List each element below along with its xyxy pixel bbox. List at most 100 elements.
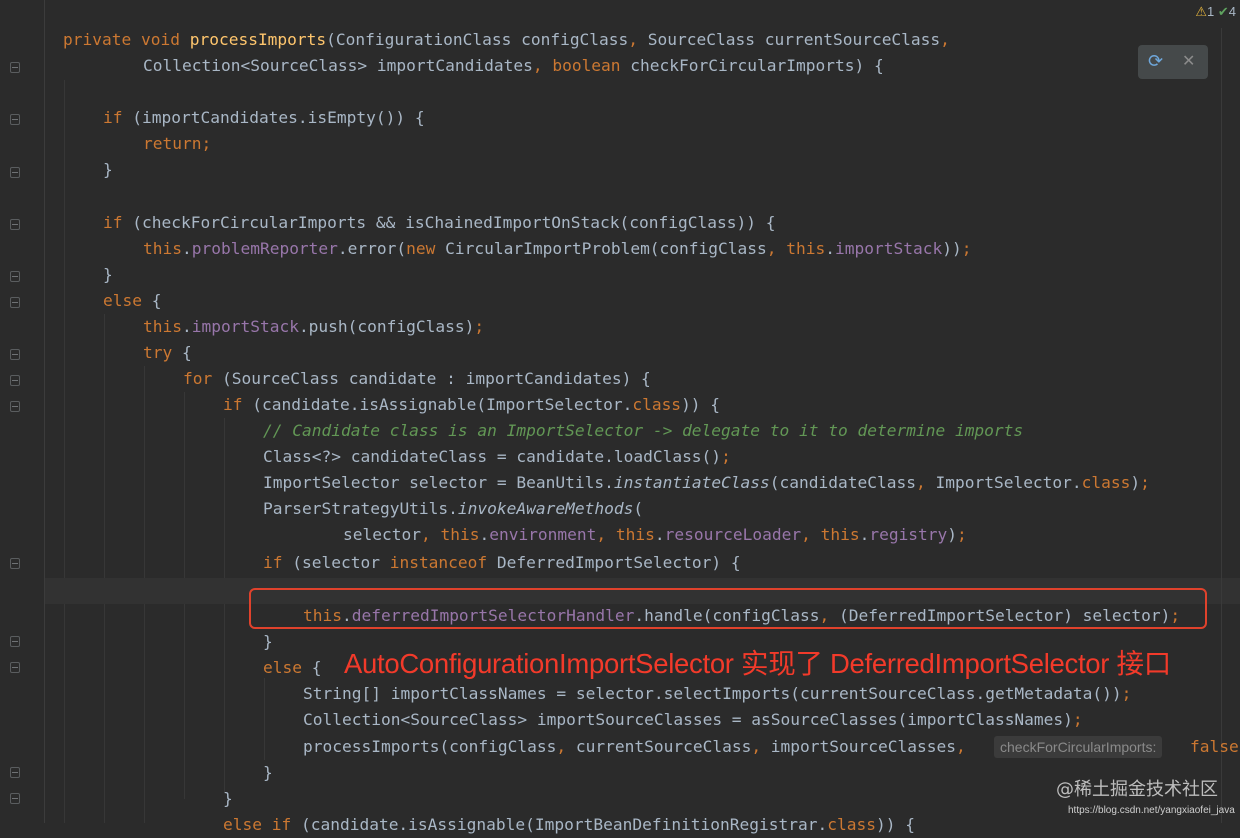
parameter-value: false [1190, 737, 1239, 756]
indent-guide [224, 418, 225, 793]
code-line[interactable]: ParserStrategyUtils.invokeAwareMethods( [263, 496, 643, 522]
code-line[interactable]: selector, this.environment, this.resourc… [343, 522, 967, 548]
keyword: this [786, 239, 826, 258]
field-name: importStack [191, 317, 299, 336]
keyword: boolean [552, 56, 621, 75]
indent-guide [264, 678, 265, 760]
punctuation: ; [474, 317, 485, 336]
keyword: else [223, 815, 262, 834]
code-line[interactable]: // Candidate class is an ImportSelector … [263, 418, 1023, 444]
gutter-separator [44, 0, 45, 823]
keyword: this [615, 525, 655, 544]
code-line[interactable]: else if (candidate.isAssignable(ImportBe… [223, 812, 915, 838]
fold-toggle-icon[interactable] [10, 662, 20, 673]
code-line[interactable]: else { [103, 288, 161, 314]
fold-toggle-icon[interactable] [10, 767, 20, 778]
fold-toggle-icon[interactable] [10, 62, 20, 73]
keyword: class [827, 815, 876, 834]
code-text: processImports(configClass [303, 737, 557, 756]
keyword: if [271, 815, 292, 834]
code-line[interactable]: try { [143, 340, 192, 366]
static-method-call: instantiateClass [613, 473, 770, 492]
code-text: )) { [875, 815, 915, 834]
code-text: { [301, 658, 322, 677]
code-line[interactable]: } [263, 629, 273, 655]
code-text: ImportSelector. [925, 473, 1082, 492]
code-line[interactable]: return; [143, 131, 211, 157]
field-name: registry [869, 525, 948, 544]
code-line[interactable]: for (SourceClass candidate : importCandi… [183, 366, 651, 392]
fold-toggle-icon[interactable] [10, 297, 20, 308]
code-text: Class<?> candidateClass = candidate.load… [263, 447, 722, 466]
field-name: environment [489, 525, 597, 544]
fold-toggle-icon[interactable] [10, 375, 20, 386]
code-text: SourceClass currentSourceClass [638, 30, 941, 49]
vertical-scrollbar[interactable] [1221, 28, 1222, 823]
fold-toggle-icon[interactable] [10, 219, 20, 230]
code-line[interactable]: } [103, 157, 113, 183]
punctuation: , [532, 56, 543, 75]
keyword: else [103, 291, 142, 310]
code-text: checkForCircularImports) { [620, 56, 884, 75]
close-icon[interactable]: ✕ [1182, 51, 1195, 70]
indent-guide [104, 314, 105, 823]
code-text: .push(configClass) [298, 317, 475, 336]
code-line[interactable]: Collection<SourceClass> importSourceClas… [303, 707, 1083, 733]
code-line[interactable]: if (candidate.isAssignable(ImportSelecto… [223, 392, 720, 418]
code-text: } [103, 265, 113, 284]
fold-toggle-icon[interactable] [10, 349, 20, 360]
code-line[interactable]: if (importCandidates.isEmpty()) { [103, 105, 425, 131]
code-text: . [859, 525, 870, 544]
fold-toggle-icon[interactable] [10, 114, 20, 125]
code-line[interactable]: this.problemReporter.error(new CircularI… [143, 236, 971, 262]
code-text: } [223, 789, 233, 808]
code-line[interactable]: this.importStack.push(configClass); [143, 314, 484, 340]
punctuation: ; [1121, 684, 1132, 703]
punctuation: ; [1072, 710, 1083, 729]
code-line[interactable]: } [223, 786, 233, 812]
code-line[interactable]: } [103, 262, 113, 288]
code-text: String[] importClassNames = selector.sel… [303, 684, 1122, 703]
code-line[interactable]: Class<?> candidateClass = candidate.load… [263, 444, 731, 470]
check-count: 4 [1228, 4, 1236, 19]
code-line[interactable]: private void processImports(Configuratio… [63, 27, 950, 53]
code-text: (candidate.isAssignable(ImportBeanDefini… [291, 815, 828, 834]
fold-toggle-icon[interactable] [10, 167, 20, 178]
floating-toolbar: ⟳ ✕ [1138, 45, 1208, 79]
keyword: return; [143, 134, 212, 153]
code-line[interactable]: ImportSelector selector = BeanUtils.inst… [263, 470, 1150, 496]
keyword: else [263, 658, 302, 677]
fold-toggle-icon[interactable] [10, 271, 20, 282]
code-text: (importCandidates.isEmpty()) { [122, 108, 425, 127]
code-line[interactable]: if (selector instanceof DeferredImportSe… [263, 550, 741, 576]
refresh-maven-icon[interactable]: ⟳ [1148, 51, 1163, 72]
code-line[interactable]: Collection<SourceClass> importCandidates… [143, 53, 884, 79]
code-text: . [479, 525, 490, 544]
inspection-status[interactable]: ⚠1 ✔4 [1195, 2, 1236, 22]
code-text: importSourceClasses [761, 737, 956, 756]
code-text: DeferredImportSelector) { [487, 553, 741, 572]
code-text: (selector [282, 553, 390, 572]
code-text: (candidateClass [769, 473, 916, 492]
keyword: private [63, 30, 132, 49]
keyword: class [1081, 473, 1131, 492]
punctuation: , [766, 239, 777, 258]
fold-toggle-icon[interactable] [10, 558, 20, 569]
punctuation: ; [961, 239, 972, 258]
fold-toggle-icon[interactable] [10, 401, 20, 412]
warning-count: 1 [1207, 4, 1215, 19]
fold-toggle-icon[interactable] [10, 793, 20, 804]
code-text: ) [1130, 473, 1141, 492]
fold-toggle-icon[interactable] [10, 636, 20, 647]
code-line[interactable]: if (checkForCircularImports && isChained… [103, 210, 775, 236]
punctuation: , [751, 737, 762, 756]
code-line[interactable]: processImports(configClass, currentSourc… [303, 734, 966, 760]
code-text: Collection<SourceClass> importCandidates [143, 56, 533, 75]
code-line[interactable]: } [263, 760, 273, 786]
code-text: CircularImportProblem(configClass [435, 239, 767, 258]
code-line[interactable]: else { [263, 655, 321, 681]
keyword: new [406, 239, 436, 258]
punctuation: , [915, 473, 926, 492]
code-line[interactable]: String[] importClassNames = selector.sel… [303, 681, 1131, 707]
parameter-name-hint: checkForCircularImports: [994, 736, 1163, 758]
